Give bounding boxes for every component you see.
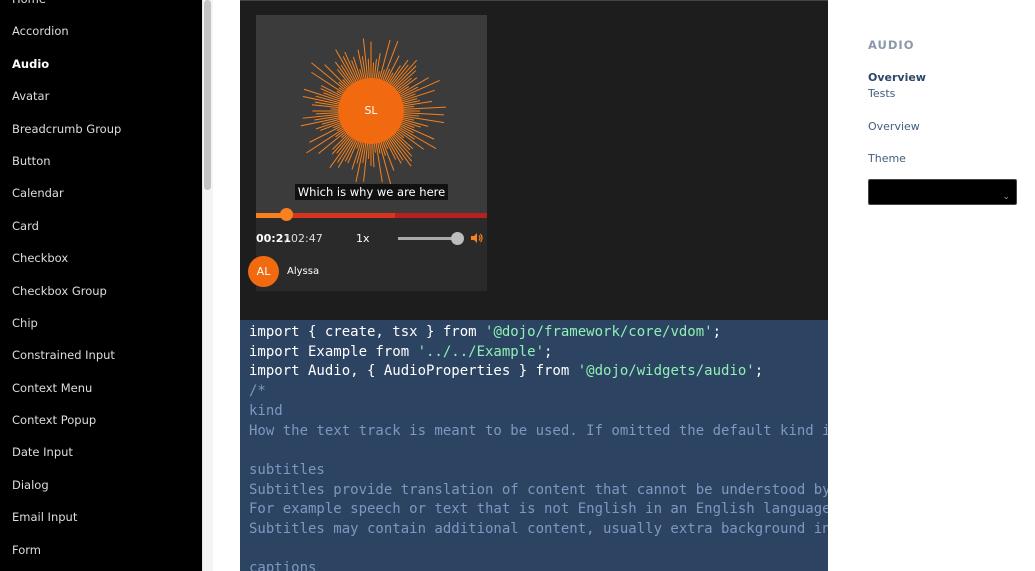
sidebar-item-dialog[interactable]: Dialog <box>0 469 202 501</box>
visualizer-ray <box>367 143 370 159</box>
code-token: ; <box>712 324 722 340</box>
speaker-row: AL Alyssa <box>248 251 487 291</box>
speaker-name: Alyssa <box>287 266 320 277</box>
speaker-avatar: AL <box>248 256 279 287</box>
code-token: For example speech or text that is not E… <box>249 501 828 518</box>
seek-handle[interactable] <box>280 208 294 221</box>
code-token: kind <box>249 402 283 419</box>
visualizer-ray <box>372 143 375 168</box>
code-line: captions <box>249 559 819 571</box>
code-line: import Audio, { AudioProperties } from '… <box>249 362 819 382</box>
sidebar-list: HomeAccordionAudioAvatarBreadcrumb Group… <box>0 0 202 566</box>
caption-text: Which is why we are here <box>294 184 449 200</box>
code-line: Subtitles provide translation of content… <box>249 481 828 501</box>
sidebar-item-accordion[interactable]: Accordion <box>0 15 202 47</box>
sidebar-scrollbar-thumb[interactable] <box>204 0 211 190</box>
visualizer-ray <box>373 143 376 153</box>
sidebar-item-breadcrumb-group[interactable]: Breadcrumb Group <box>0 113 202 145</box>
visualizer-ray <box>402 89 435 102</box>
playback-rate-button[interactable]: 1x <box>356 232 370 245</box>
code-line: import { create, tsx } from '@dojo/frame… <box>249 323 819 343</box>
sidebar-item-card[interactable]: Card <box>0 210 202 242</box>
code-token: subtitles <box>249 461 325 478</box>
visualizer-ray <box>403 106 446 110</box>
player-controls: 00:21 / 02:47 1x <box>256 227 487 249</box>
visualizer-ray <box>362 38 369 79</box>
theme-link[interactable]: Theme <box>868 152 906 165</box>
code-token: import { create, tsx } from <box>249 324 486 340</box>
sidebar-item-checkbox[interactable]: Checkbox <box>0 242 202 274</box>
caption-track: Which is why we are here <box>256 181 487 200</box>
total-time: 02:47 <box>291 232 323 245</box>
tests-link[interactable]: Tests <box>868 87 895 100</box>
volume-icon[interactable] <box>470 231 484 245</box>
overview-link[interactable]: Overview <box>868 71 926 84</box>
sidebar-item-avatar[interactable]: Avatar <box>0 80 202 112</box>
sidebar: HomeAccordionAudioAvatarBreadcrumb Group… <box>0 0 202 571</box>
example-area: SL Which is why we are here 00:21 / 02:4… <box>240 0 828 320</box>
sidebar-item-form[interactable]: Form <box>0 534 202 566</box>
visualizer-ray <box>379 39 391 80</box>
visualizer-ray <box>372 62 375 79</box>
time-separator: / <box>285 232 289 245</box>
visualizer-ray <box>316 112 339 115</box>
main-content: SL Which is why we are here 00:21 / 02:4… <box>240 0 828 571</box>
sidebar-item-email-input[interactable]: Email Input <box>0 501 202 533</box>
visualizer-initials: SL <box>364 104 378 117</box>
code-token: '../../Example' <box>417 343 545 360</box>
code-token: import Example from <box>249 343 418 360</box>
visualizer-ray <box>363 143 369 182</box>
code-token: captions <box>249 560 317 571</box>
code-token: Subtitles provide translation of content… <box>249 481 828 498</box>
sidebar-item-context-popup[interactable]: Context Popup <box>0 404 202 436</box>
code-line: How the text track is meant to be used. … <box>249 422 828 442</box>
sidebar-item-calendar[interactable]: Calendar <box>0 177 202 209</box>
sidebar-item-date-input[interactable]: Date Input <box>0 436 202 468</box>
code-line: /* <box>249 382 819 402</box>
code-token: How the text track is meant to be used. … <box>249 422 828 439</box>
code-line: For example speech or text that is not E… <box>249 500 828 520</box>
code-token: Subtitles may contain additional content… <box>249 521 828 538</box>
sidebar-item-context-menu[interactable]: Context Menu <box>0 372 202 404</box>
code-line: import Example from '../../Example'; <box>249 343 819 363</box>
theme-select[interactable]: ⌄ <box>868 179 1017 205</box>
sidebar-item-checkbox-group[interactable]: Checkbox Group <box>0 275 202 307</box>
audio-visualizer: SL Which is why we are here <box>256 15 487 213</box>
visualizer-ray <box>382 40 399 81</box>
visualizer-ray <box>302 113 339 119</box>
sidebar-item-constrained-input[interactable]: Constrained Input <box>0 339 202 371</box>
visualizer-ray <box>375 53 381 79</box>
code-sample: import { create, tsx } from '@dojo/frame… <box>240 320 828 571</box>
code-token: '@dojo/framework/core/vdom' <box>485 324 713 340</box>
right-panel-title: AUDIO <box>868 38 915 52</box>
sidebar-item-audio[interactable]: Audio <box>0 48 202 80</box>
visualizer-ray <box>403 112 444 116</box>
audio-player: SL Which is why we are here 00:21 / 02:4… <box>248 15 487 291</box>
code-line: kind <box>249 402 819 422</box>
visualizer-ray <box>403 105 415 109</box>
code-token: import Audio, { AudioProperties } from <box>249 363 578 380</box>
code-token: /* <box>249 383 266 400</box>
seek-bar[interactable] <box>256 208 487 221</box>
right-panel: AUDIO Overview Tests Overview Theme ⌄ <box>828 0 1035 571</box>
code-token: ; <box>754 363 764 380</box>
sidebar-item-button[interactable]: Button <box>0 145 202 177</box>
code-line: Subtitles may contain additional content… <box>249 520 828 540</box>
visualizer-ray <box>403 113 420 117</box>
code-line: subtitles <box>249 461 819 481</box>
code-token: '@dojo/widgets/audio' <box>577 363 755 380</box>
volume-slider[interactable] <box>398 237 458 240</box>
code-token: ; <box>544 343 553 360</box>
sidebar-item-home[interactable]: Home <box>0 0 202 15</box>
chevron-down-icon: ⌄ <box>1002 192 1010 202</box>
sidebar-item-chip[interactable]: Chip <box>0 307 202 339</box>
visualizer-ray <box>367 58 370 79</box>
volume-handle[interactable] <box>451 232 464 245</box>
overview-section-link[interactable]: Overview <box>868 120 920 133</box>
